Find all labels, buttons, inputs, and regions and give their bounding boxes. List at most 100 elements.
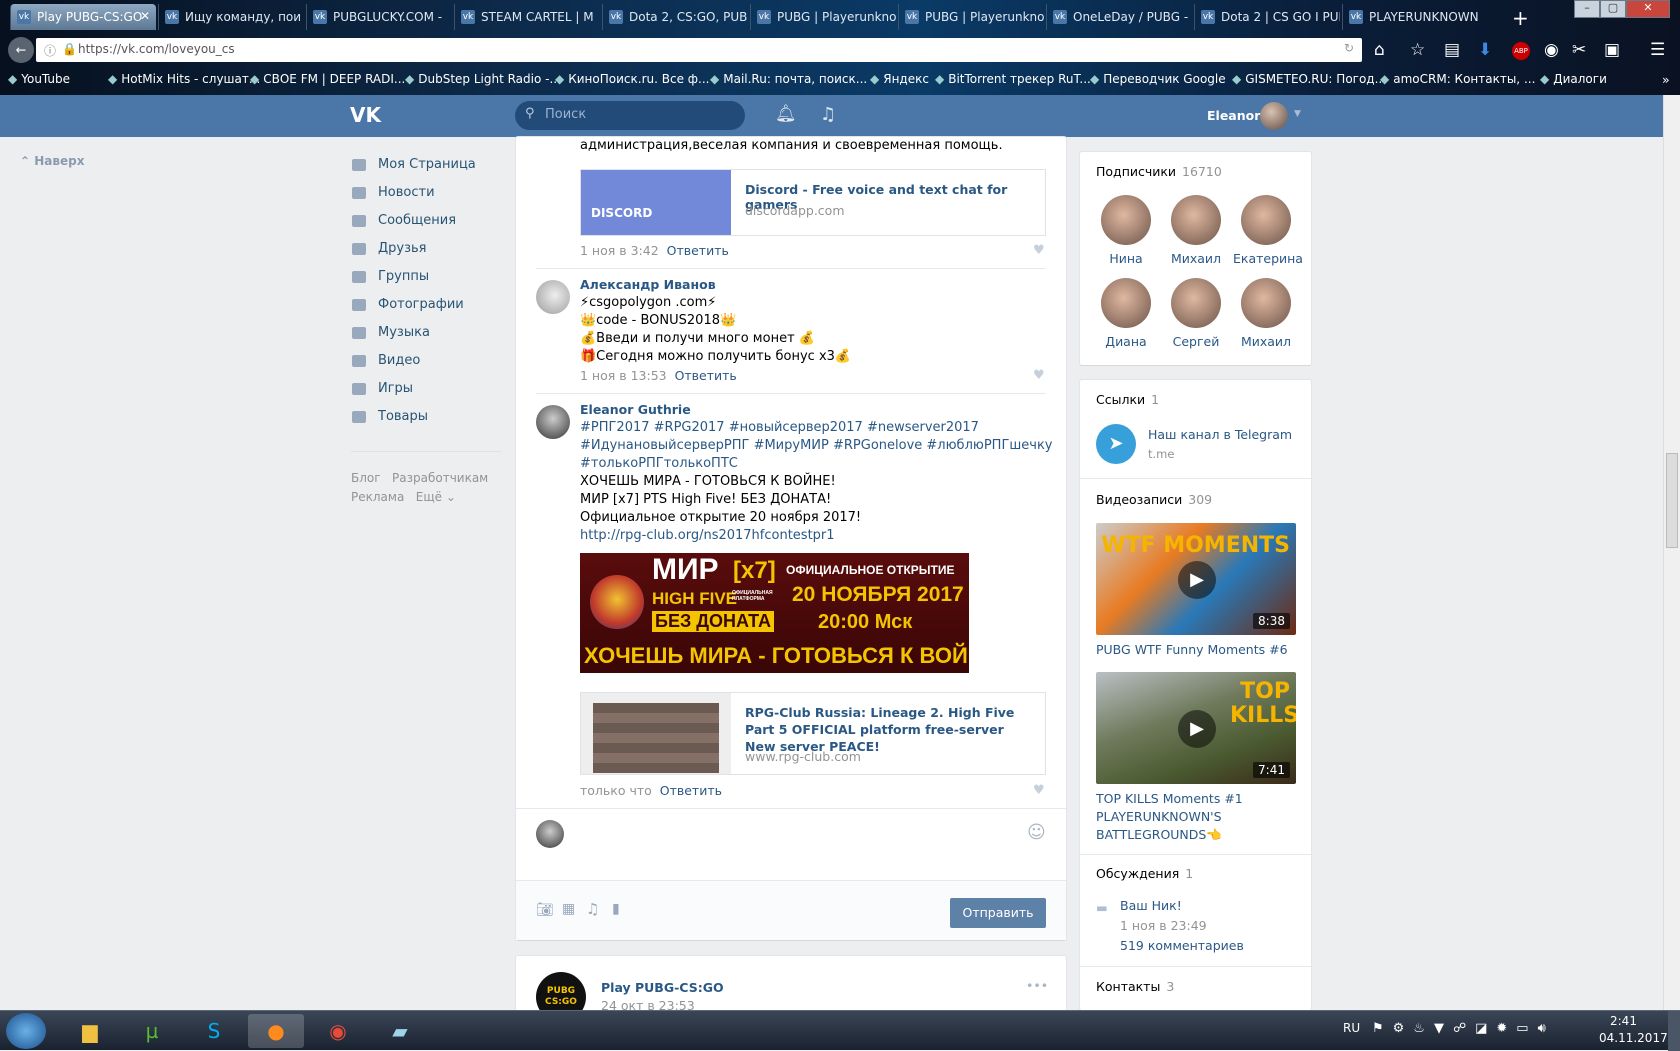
emoji-icon[interactable]: ☺ <box>1027 822 1046 843</box>
page-scrollbar[interactable] <box>1663 95 1680 1010</box>
commenter-avatar[interactable] <box>536 405 570 439</box>
post-author[interactable]: Play PUBG-CS:GO <box>601 980 724 995</box>
post-banner-image[interactable]: МИР [x7] HIGH FIVE ОФИЦИАЛЬНАЯ ПЛАТФОРМА… <box>580 553 969 673</box>
home-icon[interactable]: ⌂ <box>1374 40 1385 60</box>
chevron-down-icon[interactable]: ▼ <box>1294 109 1301 119</box>
comment-input[interactable] <box>576 816 1016 876</box>
browser-tab[interactable]: vk Dota 2, CS:GO, PUB <box>602 4 748 30</box>
sidebar-item[interactable]: Видео <box>352 353 512 368</box>
document-icon[interactable]: ▮ <box>612 901 620 917</box>
bookmark-item[interactable]: ◆ Яндекс <box>870 72 929 86</box>
link-card-title[interactable]: RPG-Club Russia: Lineage 2. High Five Pa… <box>745 704 1035 755</box>
sidebar-item[interactable]: Новости <box>352 185 512 200</box>
bookmark-item[interactable]: ◆ YouTube <box>8 72 70 86</box>
browser-tab[interactable]: vk Ищу команду, пои <box>158 4 304 30</box>
clock-time[interactable]: 2:41 <box>1610 1014 1637 1028</box>
maximize-button[interactable]: ▢ <box>1600 0 1626 18</box>
subscriber[interactable]: Михаил <box>1163 195 1229 266</box>
sidebar-item[interactable]: Сообщения <box>352 213 512 228</box>
comment-time[interactable]: только что <box>580 783 652 798</box>
bookmark-item[interactable]: ◆ КиноПоиск.ru. Все ф... <box>555 72 709 86</box>
skype-taskbar-icon[interactable]: S <box>186 1014 242 1048</box>
show-desktop-button[interactable] <box>1668 1011 1680 1051</box>
new-tab-button[interactable]: + <box>1512 6 1529 30</box>
utorrent-taskbar-icon[interactable]: µ <box>124 1014 180 1048</box>
comment-url-link[interactable]: http://rpg-club.org/ns2017hfcontestpr1 <box>580 527 1053 545</box>
link-card-rpg-club[interactable]: RPG-Club Russia: Lineage 2. High Five Pa… <box>580 692 1046 775</box>
footer-link-more[interactable]: Ещё ⌄ <box>416 490 456 504</box>
play-icon[interactable]: ▶ <box>1178 710 1216 748</box>
more-options-icon[interactable]: ••• <box>1026 978 1048 993</box>
user-name[interactable]: Eleanor <box>1207 108 1260 123</box>
menu-icon[interactable]: ☰ <box>1650 40 1665 60</box>
bookmark-item[interactable]: ◆ HotMix Hits - слушат... <box>108 72 260 86</box>
comment-time[interactable]: 1 ноя в 13:53 <box>580 368 667 383</box>
back-button[interactable]: ← <box>8 37 34 63</box>
camera-icon[interactable]: 📷︎ <box>536 902 554 918</box>
browser-tab[interactable]: vk Dota 2 | CS GO I PUB <box>1194 4 1340 30</box>
reply-link[interactable]: Ответить <box>667 243 729 258</box>
sidebar-item[interactable]: Музыка <box>352 325 512 340</box>
send-button[interactable]: Отправить <box>950 898 1046 928</box>
address-bar[interactable]: ⓘ 🔒 https://vk.com/loveyou_cs ↻ <box>36 38 1362 62</box>
music-icon[interactable]: ♫ <box>820 104 836 125</box>
link-card-discord[interactable]: DISCORD Discord - Free voice and text ch… <box>580 169 1046 236</box>
notifications-bell-icon[interactable]: 🔔︎ <box>775 104 797 124</box>
hashtags[interactable]: #ИдунановыйсерверРПГ #МируМИР #RPGonelov… <box>580 437 1053 455</box>
sidebar-item[interactable]: Товары <box>352 409 512 424</box>
user-avatar[interactable] <box>1260 102 1288 130</box>
vk-logo[interactable]: VK <box>350 103 381 127</box>
language-indicator[interactable]: RU <box>1343 1021 1360 1035</box>
bookmark-item[interactable]: ◆ amoCRM: Контакты, ... <box>1380 72 1535 86</box>
browser-tab[interactable]: vk OneLeDay / PUBG - <box>1046 4 1192 30</box>
bookmark-item[interactable]: ◆ СВОЕ FM | DEEP RADI... <box>250 72 405 86</box>
reload-icon[interactable]: ↻ <box>1344 41 1354 55</box>
sidebar-item[interactable]: Моя Страница <box>352 157 512 172</box>
telegram-icon[interactable]: ➤ <box>1096 424 1136 464</box>
reply-link[interactable]: Ответить <box>660 783 722 798</box>
footer-link-ads[interactable]: Реклама <box>351 490 404 504</box>
bookmark-item[interactable]: ◆ GISMETEO.RU: Погод... <box>1232 72 1386 86</box>
comment-author[interactable]: Александр Иванов <box>580 277 716 292</box>
bookmark-item[interactable]: ◆ Диалоги <box>1540 72 1607 86</box>
footer-link-developers[interactable]: Разработчикам <box>392 471 488 485</box>
explorer-taskbar-icon[interactable]: ▆ <box>62 1014 118 1048</box>
tools-icon[interactable]: ✂ <box>1572 40 1586 60</box>
download-icon[interactable]: ⬇ <box>1478 40 1492 60</box>
browser-tab[interactable]: vk PUBG | Playerunkno <box>898 4 1044 30</box>
subscriber[interactable]: Михаил <box>1233 278 1299 349</box>
bookmarks-overflow-icon[interactable]: » <box>1662 72 1670 87</box>
bookmark-item[interactable]: ◆ Mail.Ru: почта, поиск... <box>710 72 867 86</box>
subscriber[interactable]: Нина <box>1093 195 1159 266</box>
link-item-title[interactable]: Наш канал в Telegram <box>1148 427 1292 442</box>
subscriber[interactable]: Диана <box>1093 278 1159 349</box>
video-thumbnail[interactable]: WTF MOMENTS ▶ 8:38 <box>1096 523 1296 635</box>
subscriber[interactable]: Екатерина <box>1233 195 1303 266</box>
browser-tab[interactable]: vk PUBG | Playerunkno <box>750 4 896 30</box>
back-to-top[interactable]: ⌃ Наверх <box>20 154 84 168</box>
clock-date[interactable]: 04.11.2017 <box>1599 1031 1668 1045</box>
minimize-button[interactable]: – <box>1574 0 1600 18</box>
browser-tab[interactable]: vk PLAYERUNKNOWN <box>1342 4 1488 30</box>
bookmarks-icon[interactable]: ▤ <box>1444 40 1460 60</box>
video-title[interactable]: PUBG WTF Funny Moments #6 <box>1096 642 1296 657</box>
firefox-taskbar-icon[interactable]: ● <box>248 1014 304 1048</box>
block-title[interactable]: Видеозаписи <box>1096 492 1182 507</box>
extension-2-icon[interactable]: ▣ <box>1604 40 1620 60</box>
like-heart-icon[interactable]: ♥ <box>1033 243 1045 258</box>
block-title[interactable]: Контакты <box>1096 979 1160 994</box>
block-title[interactable]: Подписчики <box>1096 164 1176 179</box>
block-title[interactable]: Обсуждения <box>1096 866 1179 881</box>
notes-taskbar-icon[interactable]: ▰ <box>372 1014 428 1048</box>
comment-time[interactable]: 1 ноя в 3:42 <box>580 243 659 258</box>
sidebar-item[interactable]: Группы <box>352 269 512 284</box>
like-heart-icon[interactable]: ♥ <box>1033 368 1045 383</box>
sidebar-item[interactable]: Друзья <box>352 241 512 256</box>
scrollbar-thumb[interactable] <box>1666 453 1678 548</box>
star-icon[interactable]: ☆ <box>1410 40 1425 60</box>
discussion-comments-count[interactable]: 519 комментариев <box>1120 938 1244 953</box>
hashtags[interactable]: #толькоРПГтолькоПТС <box>580 455 1053 473</box>
discussion-title[interactable]: Ваш Ник! <box>1120 898 1182 913</box>
start-button[interactable] <box>6 1013 46 1049</box>
bookmark-item[interactable]: ◆ BitTorrent трекер RuT... <box>935 72 1091 86</box>
